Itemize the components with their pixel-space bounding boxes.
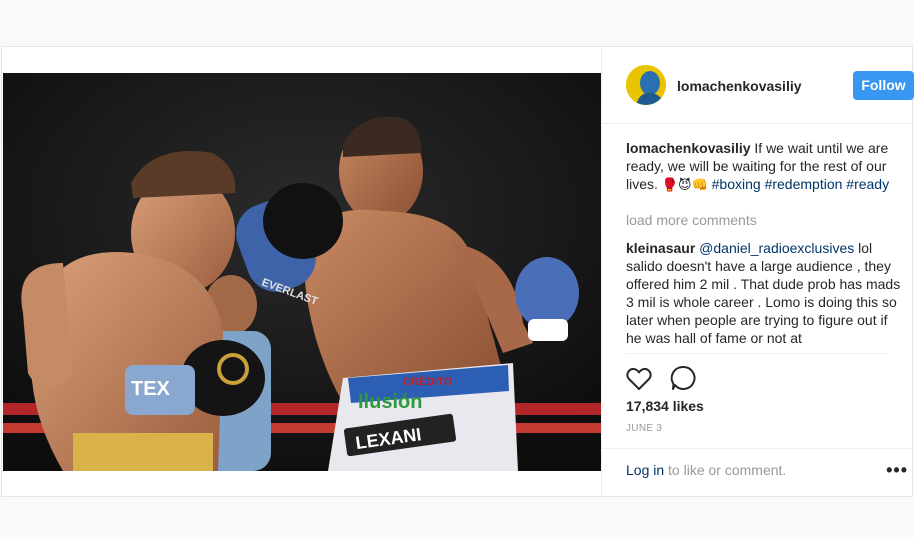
more-options-icon[interactable]: ••• [886,460,908,481]
hashtag-redemption[interactable]: #redemption [765,176,843,192]
trunk-left-text: TEX [131,378,171,400]
post-photo[interactable]: EVERLAST TEX CRÉDITO Ilusión LEXANI [3,73,601,471]
comment-username[interactable]: kleinasaur [626,240,695,256]
caption-username[interactable]: lomachenkovasiliy [626,140,751,156]
avatar-icon[interactable] [626,65,666,105]
comment-icon[interactable] [670,365,696,396]
post-username[interactable]: lomachenkovasiliy [677,78,802,94]
login-rest: to like or comment. [664,462,787,478]
like-count[interactable]: 17,834 likes [626,398,704,414]
caption: lomachenkovasiliy If we wait until we ar… [626,139,906,195]
post-date[interactable]: JUNE 3 [626,423,662,434]
hashtag-ready[interactable]: #ready [846,176,889,192]
trunk-text-1: CRÉDITO [403,375,453,388]
heart-icon[interactable] [626,367,652,396]
boxing-photo: EVERLAST TEX CRÉDITO Ilusión LEXANI [3,73,601,471]
caption-emojis: 🥊😈👊 [661,178,708,193]
post-card: EVERLAST TEX CRÉDITO Ilusión LEXANI loma… [1,46,914,497]
divider [626,353,888,354]
load-more-comments[interactable]: load more comments [626,211,906,229]
post-sidebar: lomachenkovasiliy Follow lomachenkovasil… [601,47,914,496]
comment-mention[interactable]: @daniel_radioexclusives [699,240,854,256]
comments-list: lomachenkovasiliy If we wait until we ar… [626,139,906,353]
login-prompt: Log in to like or comment. [626,462,786,478]
trunk-text-2: Ilusión [358,391,422,413]
hashtag-boxing[interactable]: #boxing [712,176,761,192]
divider [602,448,912,449]
comment-item: kleinasaur @daniel_radioexclusives lol s… [626,239,906,347]
action-bar [626,365,710,393]
post-header: lomachenkovasiliy Follow [602,47,914,124]
follow-button[interactable]: Follow [853,71,914,100]
login-link[interactable]: Log in [626,462,664,478]
